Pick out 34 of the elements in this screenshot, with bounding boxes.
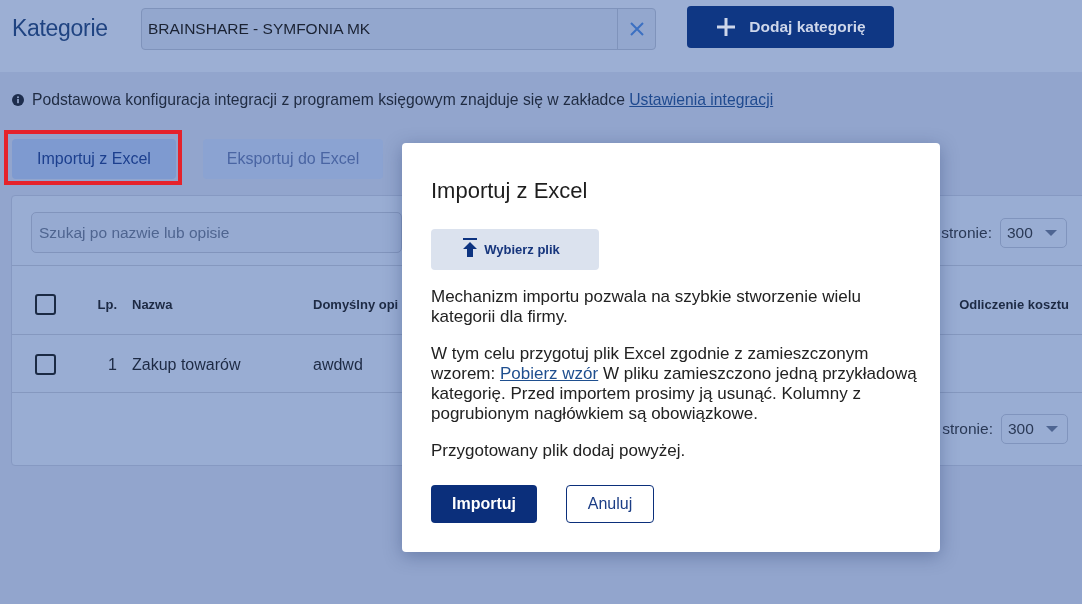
upload-icon [462,238,479,257]
dialog-text: Mechanizm importu pozwala na szybkie stworzenie wielu kategorii dla firmy. [431,287,862,327]
table-cell-text: 1 [107,355,117,374]
cancel-button[interactable]: Anuluj [566,485,654,523]
dialog-title: Importuj z Excel [431,177,589,205]
dialog-text: Przygotowany plik dodaj powyżej. [431,441,687,461]
page-title: Kategorie [12,14,109,43]
plus-icon [717,18,736,36]
add-category-button[interactable]: Dodaj kategorię [687,6,894,48]
toolbar-button[interactable]: Importuj z Excel [12,139,176,179]
info-text: Podstawowa konfiguracja integracji z programem księgowym znajduje się w zakładce Ustawienia integracji [32,90,774,110]
page-size-select[interactable]: 300 [1001,414,1068,444]
caret-down-icon [1046,426,1058,432]
info-icon [12,93,24,106]
column-header: Odliczenie kosztu [959,296,1069,312]
close-icon [629,22,644,36]
choose-file-button[interactable]: Wybierz plik [431,229,599,270]
row-checkbox[interactable] [35,354,56,375]
search-field[interactable]: Szukaj po nazwie lub opisie [31,212,402,253]
table-cell-text: Zakup towarów [131,355,242,374]
column-header: Lp. [96,296,117,312]
dialog-text: W tym celu przygotuj plik Excel zgodnie z zamieszczonym wzorem: Pobierz wzór W pliku zamieszczono jedną przykładową kategorię. Przed importem prosimy ją usunąć. Kolumny z pogrubionym nagłówkiem są obowiązkowe. [431,344,918,424]
company-select[interactable]: BRAINSHARE - SYMFONIA MK [141,8,656,50]
column-header: Domyślny opi [313,296,399,312]
template-link[interactable]: Pobierz wzór [499,364,599,383]
select-all-checkbox[interactable] [35,293,56,315]
column-header: Nazwa [131,296,174,312]
page-size-select[interactable]: 300 [1000,218,1067,248]
table-cell: awdwd [313,355,363,374]
page-size-label: stronie: [942,420,993,438]
settings-link[interactable]: Ustawienia integracji [629,91,774,108]
caret-down-icon [1045,230,1057,236]
page-size-label: stronie: [941,224,992,242]
confirm-button[interactable]: Importuj [431,485,537,523]
